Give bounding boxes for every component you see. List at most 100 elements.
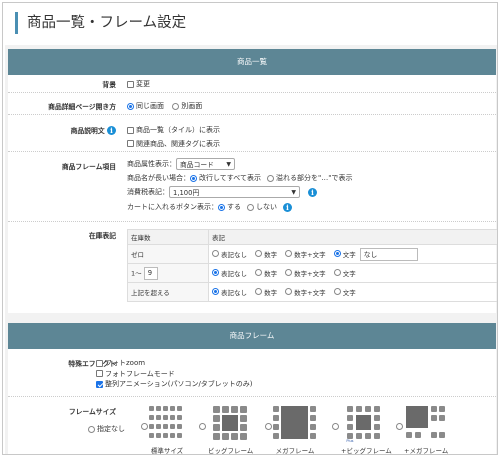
- tax-label: 消費税表記：: [127, 188, 169, 196]
- open-label: 商品詳細ページ開き方: [48, 103, 116, 111]
- checkbox-icon: [127, 126, 134, 134]
- size-standard-label: 標準サイズ: [150, 447, 184, 455]
- zero-number-radio[interactable]: 数字: [255, 249, 277, 259]
- size-none-radio[interactable]: 指定なし: [88, 424, 125, 434]
- zero-text-radio[interactable]: 文字: [333, 249, 356, 259]
- big-frame-thumbnail: [211, 405, 250, 443]
- mega-frame-thumbnail: [272, 405, 318, 443]
- radio-off-icon: [255, 269, 263, 277]
- radio-off-icon: [255, 250, 263, 257]
- size-standard-radio[interactable]: [141, 423, 148, 430]
- desc-related-checkbox[interactable]: 関連商品、関連タグに表示: [127, 139, 220, 149]
- list-section-body: 背景 変更 商品詳細ページ開き方 同じ画面 別画面 商品説明文 i 商品一覧（タ…: [8, 75, 497, 313]
- attr-select[interactable]: 商品コード ▼: [176, 158, 235, 170]
- size-plus-mega-label: +メガフレーム: [404, 447, 449, 455]
- size-plus-mega-radio[interactable]: [396, 423, 403, 430]
- over-number-radio[interactable]: 数字: [255, 287, 277, 297]
- info-icon[interactable]: i: [308, 187, 317, 197]
- radio-off-icon: [172, 102, 180, 110]
- checkbox-icon: [96, 359, 103, 367]
- info-icon[interactable]: i: [107, 126, 116, 135]
- size-big-label: ビッグフレーム: [208, 447, 254, 455]
- plus-big-frame-thumbnail: Plus: [346, 405, 387, 443]
- stock-row: 在庫表記 在庫数 表記 ゼロ 表記なし 数字 数字+文字 文字 なし 1〜 9 …: [8, 222, 497, 312]
- checkbox-icon: [127, 140, 134, 147]
- cart-yes-radio[interactable]: する: [218, 202, 241, 212]
- radio-off-icon: [247, 203, 254, 211]
- stock-table: 在庫数 表記 ゼロ 表記なし 数字 数字+文字 文字 なし 1〜 9 表記なし …: [127, 229, 497, 302]
- frame-size-row: フレームサイズ 指定なし 標準サイズ ビッグフレーム メガフレーム Plus +…: [8, 397, 496, 455]
- radio-off-icon: [212, 250, 219, 257]
- frame-section-header: 商品フレーム: [8, 323, 496, 349]
- table-row: 上記を超える 表記なし 数字 数字+文字 文字: [127, 282, 497, 302]
- range-number-radio[interactable]: 数字: [255, 268, 277, 278]
- info-icon[interactable]: i: [283, 202, 292, 212]
- list-section-header: 商品一覧: [8, 49, 496, 75]
- photo-zoom-checkbox[interactable]: フォトzoom: [96, 358, 145, 368]
- radio-off-icon: [333, 288, 341, 296]
- open-row: 商品詳細ページ開き方 同じ画面 別画面: [8, 93, 496, 115]
- radio-on-icon: [127, 102, 134, 110]
- stock-zero-label: ゼロ: [127, 244, 209, 264]
- radio-off-icon: [88, 425, 95, 433]
- radio-off-icon: [255, 288, 263, 296]
- radio-on-icon: [190, 174, 197, 182]
- size-plus-big-option[interactable]: Plus +ビッグフレーム: [341, 405, 392, 455]
- size-mega-label: メガフレーム: [275, 447, 315, 455]
- over-numtext-radio[interactable]: 数字+文字: [285, 287, 326, 297]
- open-new-radio[interactable]: 別画面: [172, 101, 202, 111]
- radio-off-icon: [285, 288, 293, 296]
- stock-range-cell: 1〜 9: [127, 263, 209, 283]
- zero-text-input[interactable]: なし: [359, 247, 418, 261]
- cover-change-checkbox[interactable]: 変更: [127, 79, 150, 89]
- over-none-radio[interactable]: 表記なし: [212, 287, 247, 297]
- size-big-option[interactable]: ビッグフレーム: [208, 405, 254, 455]
- cart-label: カートに入れるボタン表示：: [127, 203, 218, 211]
- radio-off-icon: [333, 269, 341, 277]
- range-numtext-radio[interactable]: 数字+文字: [285, 268, 326, 278]
- long-ellipsis-radio[interactable]: 溢れる部分を"…"で表示: [267, 173, 352, 183]
- size-plus-big-label: +ビッグフレーム: [341, 447, 392, 455]
- range-none-radio[interactable]: 表記なし: [212, 268, 247, 278]
- over-text-radio[interactable]: 文字: [333, 287, 356, 297]
- cart-no-radio[interactable]: しない: [247, 202, 277, 212]
- size-plus-big-radio[interactable]: [332, 423, 339, 430]
- size-plus-mega-option[interactable]: +メガフレーム: [404, 405, 449, 455]
- size-big-radio[interactable]: [199, 423, 206, 430]
- photo-frame-checkbox[interactable]: フォトフレームモード: [96, 369, 175, 379]
- radio-off-icon: [267, 174, 275, 182]
- open-same-radio[interactable]: 同じ画面: [127, 101, 164, 111]
- frame-size-label: フレームサイズ: [68, 408, 116, 416]
- checkbox-checked-icon: [96, 380, 103, 388]
- align-animation-checkbox[interactable]: 整列アニメーション(パソコン/タブレットのみ): [96, 379, 253, 389]
- stock-over-label: 上記を超える: [127, 282, 209, 302]
- radio-on-icon: [212, 288, 219, 296]
- size-mega-radio[interactable]: [265, 423, 272, 430]
- cover-label: 背景: [102, 81, 116, 89]
- frame-items-label: 商品フレーム項目: [61, 163, 116, 171]
- chevron-down-icon: ▼: [226, 160, 231, 168]
- table-row: 1〜 9 表記なし 数字 数字+文字 文字: [127, 263, 497, 283]
- stock-label: 在庫表記: [88, 232, 116, 240]
- long-name-label: 商品名が長い場合：: [127, 174, 190, 182]
- range-input[interactable]: 9: [143, 266, 158, 280]
- tax-select[interactable]: 1,100円 ▼: [169, 186, 300, 198]
- long-wrap-radio[interactable]: 改行してすべて表示: [190, 173, 261, 183]
- checkbox-icon: [127, 80, 134, 88]
- effects-row: 特殊エフェクト フォトzoom フォトフレームモード 整列アニメーション(パソコ…: [8, 349, 496, 397]
- zero-numtext-radio[interactable]: 数字+文字: [285, 249, 326, 259]
- range-text-radio[interactable]: 文字: [333, 268, 356, 278]
- size-mega-option[interactable]: メガフレーム: [272, 405, 318, 455]
- frame-items-row: 商品フレーム項目 商品属性表示： 商品コード ▼ 商品名が長い場合： 改行してすべ…: [8, 152, 496, 222]
- size-standard-option[interactable]: 標準サイズ: [148, 405, 186, 455]
- attr-label: 商品属性表示：: [127, 160, 176, 168]
- radio-on-icon: [218, 203, 225, 211]
- cover-row: 背景 変更: [8, 75, 496, 93]
- zero-none-radio[interactable]: 表記なし: [212, 249, 247, 259]
- desc-label: 商品説明文 i: [71, 125, 116, 135]
- stock-col-count: 在庫数: [127, 229, 209, 245]
- standard-size-thumbnail: [148, 405, 186, 443]
- radio-on-icon: [333, 250, 341, 257]
- radio-on-icon: [212, 269, 219, 277]
- desc-tile-checkbox[interactable]: 商品一覧（タイル）に表示: [127, 125, 220, 135]
